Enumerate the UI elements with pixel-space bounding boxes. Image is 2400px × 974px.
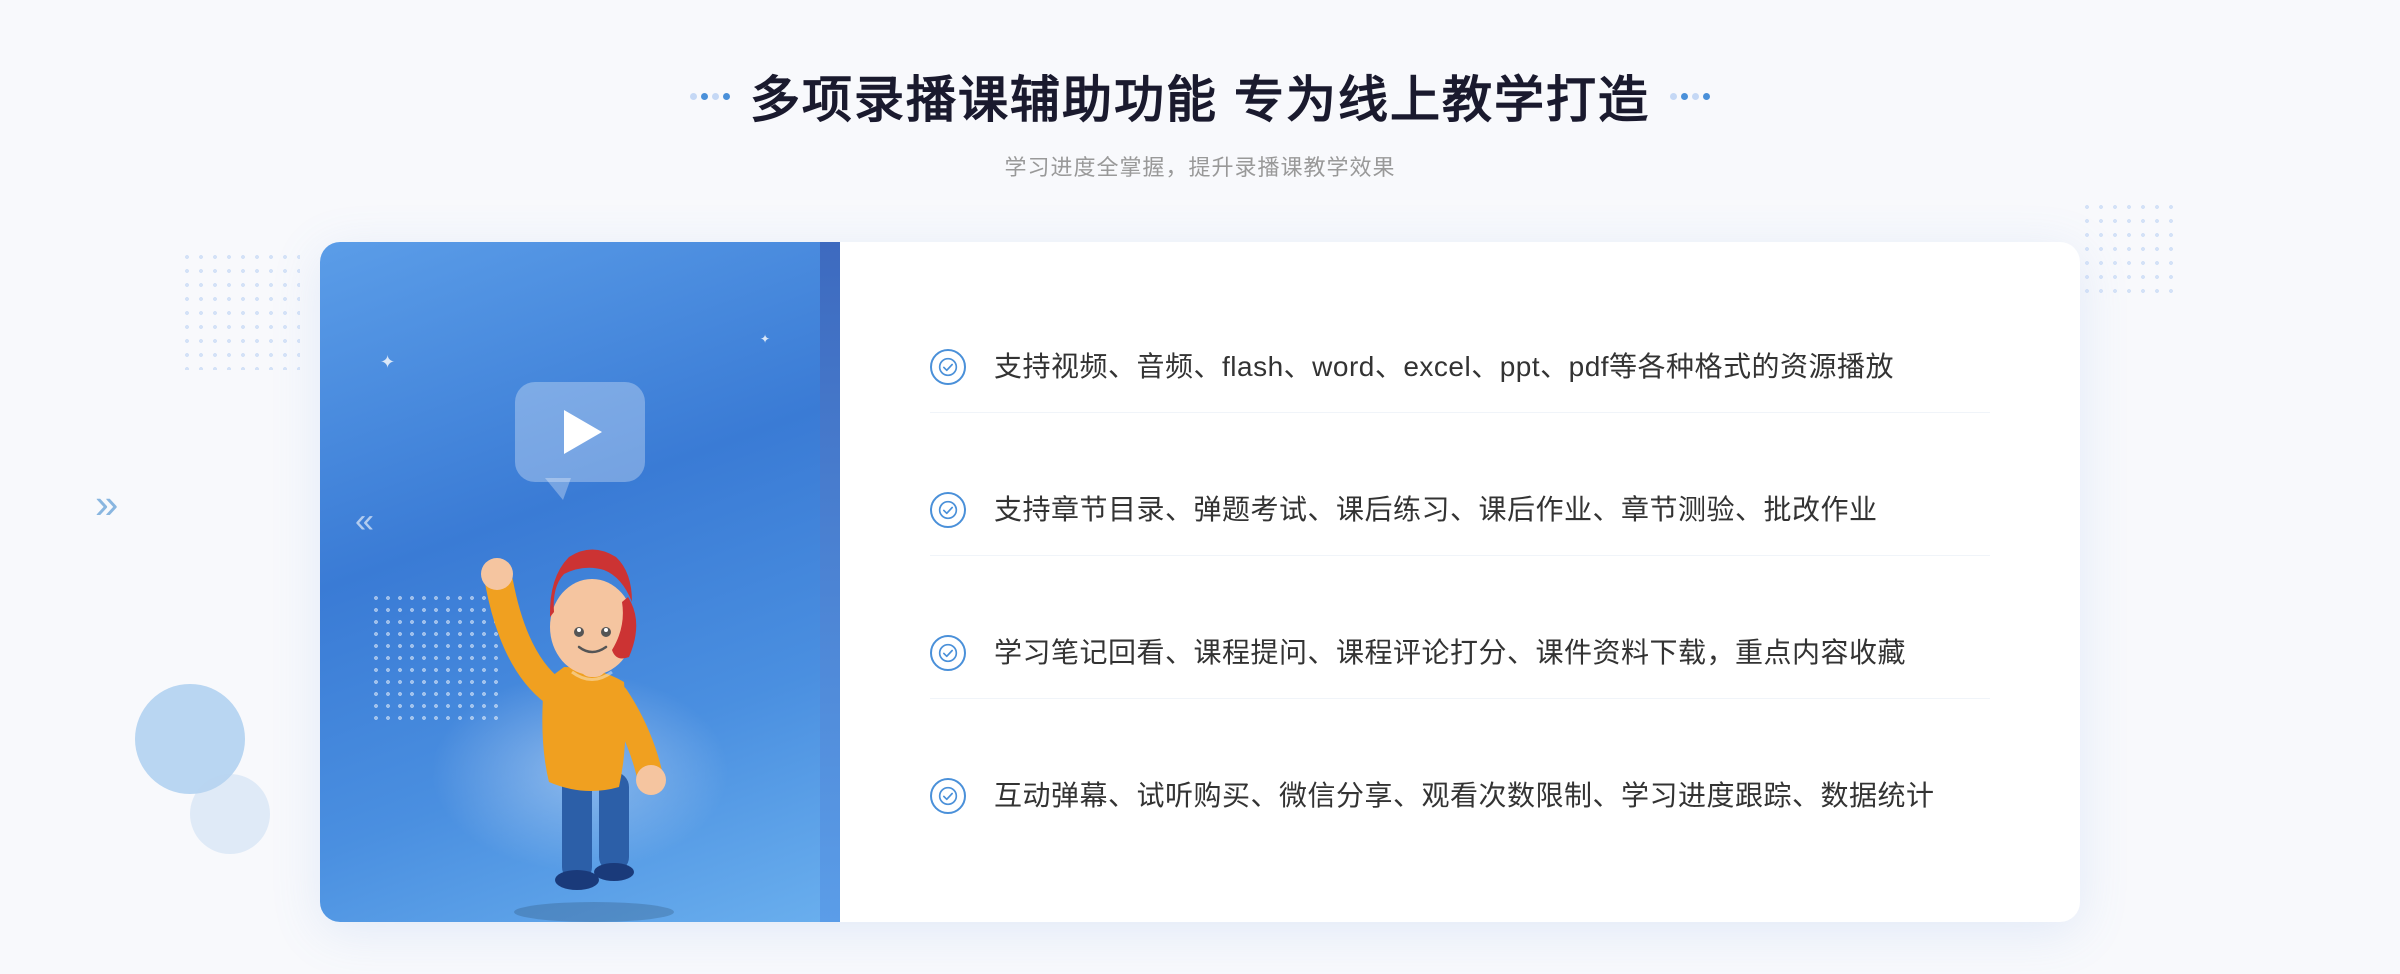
page-wrapper: » 多项录播课辅助功能 专为线上教学打造 学习进度全掌握，提升录播课教学效果 [0, 0, 2400, 974]
check-icon-3 [930, 635, 966, 671]
decorative-chevron: » [95, 480, 110, 528]
feature-item-3: 学习笔记回看、课程提问、课程评论打分、课件资料下载，重点内容收藏 [930, 609, 1990, 699]
decorative-circle-light [190, 774, 270, 854]
subtitle: 学习进度全掌握，提升录播课教学效果 [690, 150, 1710, 182]
check-icon-1 [930, 349, 966, 385]
title-dot [1692, 93, 1699, 100]
check-icon-4 [930, 778, 966, 814]
title-dot [712, 93, 719, 100]
accent-bar [820, 242, 840, 922]
check-icon-2 [930, 492, 966, 528]
title-dots-left [690, 93, 730, 100]
title-dot [1670, 93, 1677, 100]
content-card: ✦ ✦ « [320, 242, 2080, 922]
features-panel: 支持视频、音频、flash、word、excel、ppt、pdf等各种格式的资源… [840, 242, 2080, 922]
title-dot [701, 93, 708, 100]
feature-text-1: 支持视频、音频、flash、word、excel、ppt、pdf等各种格式的资源… [994, 345, 1894, 390]
star-decoration-1: ✦ [380, 352, 395, 373]
title-row: 多项录播课辅助功能 专为线上教学打造 [690, 60, 1710, 132]
feature-item-2: 支持章节目录、弹题考试、课后练习、课后作业、章节测验、批改作业 [930, 466, 1990, 556]
feature-text-4: 互动弹幕、试听购买、微信分享、观看次数限制、学习进度跟踪、数据统计 [994, 774, 1935, 819]
feature-item-1: 支持视频、音频、flash、word、excel、ppt、pdf等各种格式的资源… [930, 323, 1990, 413]
feature-item-4: 互动弹幕、试听购买、微信分享、观看次数限制、学习进度跟踪、数据统计 [930, 752, 1990, 841]
play-icon [564, 410, 602, 454]
title-dot [1703, 93, 1710, 100]
title-dot [723, 93, 730, 100]
arrow-decoration: « [355, 502, 368, 541]
illustration-panel: ✦ ✦ « [320, 242, 840, 922]
title-dots-right [1670, 93, 1710, 100]
feature-text-3: 学习笔记回看、课程提问、课程评论打分、课件资料下载，重点内容收藏 [994, 631, 1906, 676]
main-title: 多项录播课辅助功能 专为线上教学打造 [750, 60, 1650, 132]
decorative-dots-left [180, 250, 300, 370]
header-section: 多项录播课辅助功能 专为线上教学打造 学习进度全掌握，提升录播课教学效果 [690, 60, 1710, 182]
title-dot [690, 93, 697, 100]
play-bubble-bg [515, 382, 645, 482]
play-bubble [515, 382, 645, 482]
feature-text-2: 支持章节目录、弹题考试、课后练习、课后作业、章节测验、批改作业 [994, 488, 1878, 533]
person-illustration [454, 482, 734, 922]
decorative-dots-right [2080, 200, 2180, 300]
star-decoration-2: ✦ [760, 332, 770, 346]
title-dot [1681, 93, 1688, 100]
